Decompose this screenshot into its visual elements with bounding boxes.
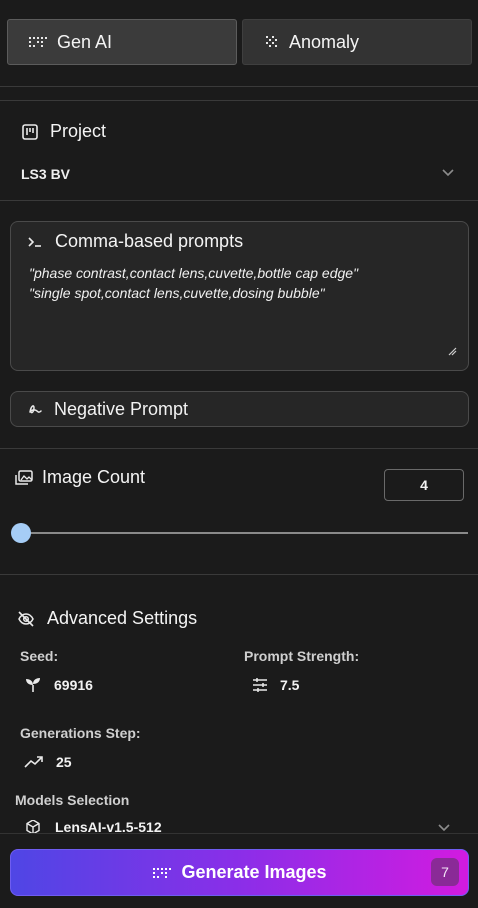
prompt-strength-value: 7.5 [280, 677, 300, 693]
prompt-title: Comma-based prompts [55, 231, 244, 251]
project-board-icon [22, 123, 38, 140]
seed-label: Seed: [20, 648, 59, 664]
image-count-input[interactable]: 4 [384, 469, 464, 501]
trending-up-icon [24, 755, 44, 769]
divider [0, 448, 478, 449]
chevron-down-icon[interactable] [440, 168, 456, 178]
prompt-strength-label: Prompt Strength: [244, 648, 360, 664]
terminal-prompt-icon [27, 235, 43, 249]
seed-value-row[interactable]: 69916 [24, 677, 93, 693]
divider [0, 200, 478, 201]
seed-value: 69916 [54, 677, 93, 693]
tab-gen-ai[interactable]: Gen AI [7, 19, 237, 65]
generation-steps-row[interactable]: 25 [24, 754, 72, 770]
project-heading: Project [22, 121, 106, 142]
prompt-textarea[interactable]: Comma-based prompts "phase contrast,cont… [10, 221, 469, 371]
negative-prompt-label: Negative Prompt [54, 398, 189, 419]
grid-dots-icon [152, 866, 172, 880]
squiggle-icon [28, 402, 42, 416]
project-title: Project [50, 121, 107, 141]
project-select[interactable]: LS3 BV [21, 166, 70, 182]
sliders-icon [252, 677, 268, 693]
slider-thumb[interactable] [11, 523, 31, 543]
generation-steps-label: Generations Step: [20, 725, 141, 741]
prompt-heading: Comma-based prompts [27, 231, 243, 252]
advanced-settings-heading[interactable]: Advanced Settings [17, 608, 197, 629]
tab-anomaly-label: Anomaly [289, 31, 360, 52]
negative-prompt-field[interactable]: Negative Prompt [10, 391, 469, 427]
advanced-settings-title: Advanced Settings [47, 608, 198, 628]
tab-anomaly[interactable]: Anomaly [242, 19, 472, 65]
image-count-title: Image Count [42, 467, 146, 487]
model-select[interactable]: LensAI-v1.5-512 [25, 820, 162, 834]
models-selection-label: Models Selection [15, 792, 130, 808]
divider [0, 574, 478, 575]
generate-images-label: Generate Images [181, 862, 327, 882]
generate-count-badge: 7 [431, 858, 459, 886]
divider [0, 100, 478, 101]
prompt-line: "single spot,contact lens,cuvette,dosing… [29, 285, 325, 301]
cube-icon [25, 820, 41, 834]
eye-off-icon [17, 610, 35, 627]
chevron-down-icon[interactable] [436, 823, 452, 833]
grid-dots-icon [28, 35, 48, 49]
images-icon [15, 469, 33, 486]
prompt-line: "phase contrast,contact lens,cuvette,bot… [29, 265, 359, 281]
model-value: LensAI-v1.5-512 [55, 820, 162, 834]
image-count-heading: Image Count [15, 467, 145, 488]
resize-handle-icon[interactable] [447, 346, 457, 356]
tab-gen-ai-label: Gen AI [57, 31, 113, 52]
prompt-strength-row[interactable]: 7.5 [252, 677, 299, 693]
generate-images-button[interactable]: Generate Images [10, 849, 469, 896]
checker-dots-icon [264, 35, 280, 49]
sprout-icon [24, 677, 42, 693]
image-count-slider[interactable] [20, 532, 468, 534]
divider [0, 86, 478, 87]
generation-steps-value: 25 [56, 754, 72, 770]
